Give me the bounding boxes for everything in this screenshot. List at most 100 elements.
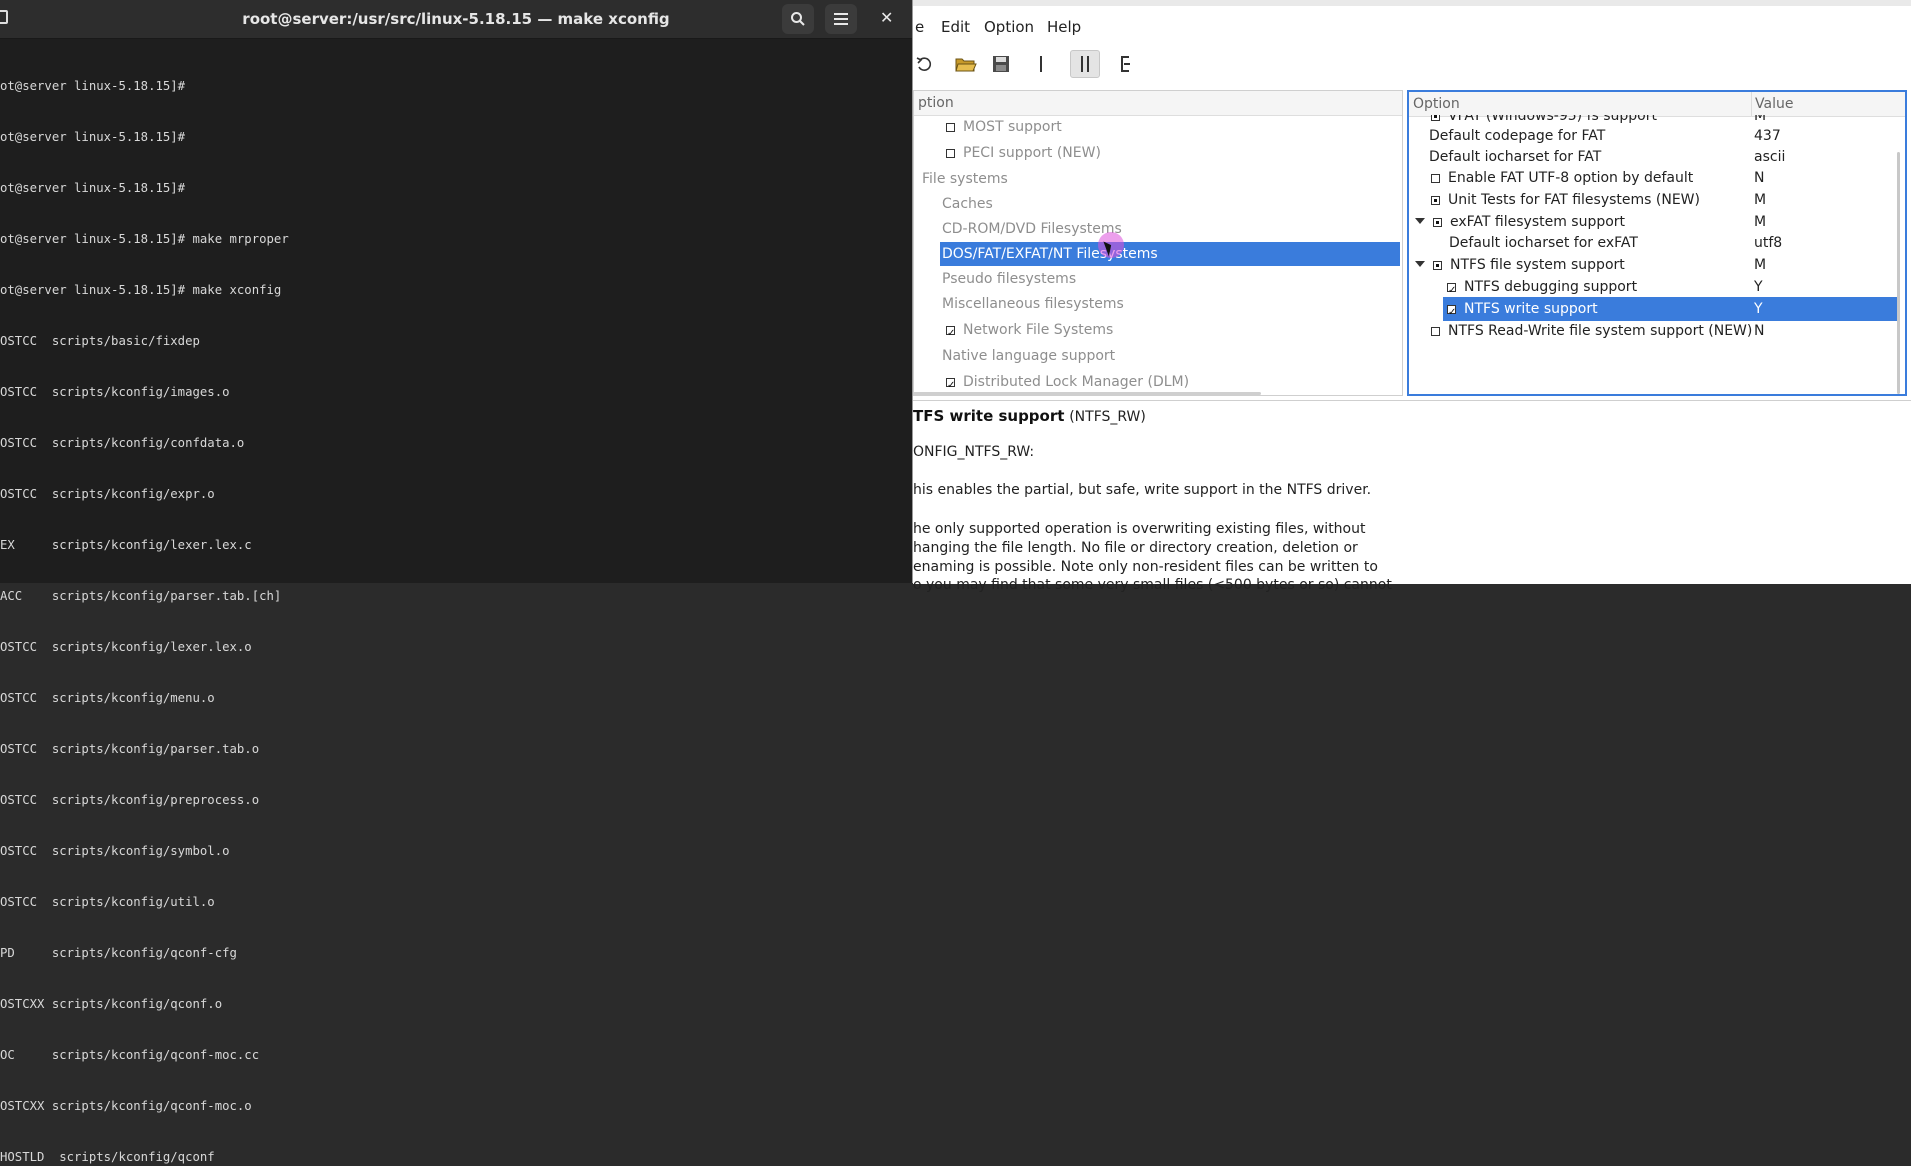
terminal-line: OSTCXX scripts/kconfig/qconf.o	[0, 997, 223, 1011]
horizontal-scrollbar[interactable]	[913, 392, 1261, 395]
menu-tree-header: ption	[914, 91, 1402, 116]
save-button[interactable]	[986, 50, 1016, 78]
split-view-icon	[1081, 56, 1089, 72]
config-row-fat-tests[interactable]: Unit Tests for FAT filesystems (NEW) M	[1409, 188, 1897, 212]
tree-item-peci-support[interactable]: PECI support (NEW)	[946, 141, 1101, 165]
terminal-line: OSTCC scripts/kconfig/lexer.lex.o	[0, 640, 252, 654]
split-view-button[interactable]	[1070, 50, 1100, 78]
config-row-fat-utf8[interactable]: Enable FAT UTF-8 option by default N	[1409, 166, 1897, 190]
terminal-line: EX scripts/kconfig/lexer.lex.c	[0, 538, 252, 552]
tree-item-misc-fs[interactable]: Miscellaneous filesystems	[942, 292, 1124, 316]
checkbox-checked[interactable]	[946, 322, 955, 346]
terminal-window: root@server:/usr/src/linux-5.18.15 — mak…	[0, 0, 912, 1164]
tree-item-pseudo-fs[interactable]: Pseudo filesystems	[942, 267, 1076, 291]
expand-arrow-icon[interactable]	[1415, 261, 1425, 267]
tree-item-dlm[interactable]: Distributed Lock Manager (DLM)	[946, 370, 1189, 395]
terminal-line: OC scripts/kconfig/qconf-moc.cc	[0, 1048, 260, 1062]
checkbox-module[interactable]	[1433, 218, 1442, 227]
config-row-ntfs-debug[interactable]: NTFS debugging support Y	[1409, 275, 1897, 303]
tree-item-most-support[interactable]: MOST support	[946, 115, 1062, 139]
help-config-name: ONFIG_NTFS_RW:	[913, 444, 1035, 460]
tree-item-native-language[interactable]: Native language support	[942, 344, 1115, 368]
checkbox[interactable]	[1431, 327, 1440, 336]
terminal-line: ot@server linux-5.18.15]#	[0, 181, 186, 195]
terminal-line: OSTCXX scripts/kconfig/qconf-moc.o	[0, 1099, 252, 1113]
vertical-scrollbar[interactable]	[1897, 152, 1900, 394]
terminal-header-bar: root@server:/usr/src/linux-5.18.15 — mak…	[0, 0, 912, 39]
menu-edit[interactable]: Edit	[941, 18, 970, 36]
terminal-line: OSTCC scripts/kconfig/expr.o	[0, 487, 215, 501]
checkbox[interactable]	[946, 149, 955, 158]
single-view-button[interactable]	[1026, 50, 1056, 78]
help-pane[interactable]: TFS write support (NTFS_RW) ONFIG_NTFS_R…	[913, 400, 1911, 593]
tree-item-cdrom-dvd[interactable]: CD-ROM/DVD Filesystems	[942, 217, 1122, 241]
checkbox-module[interactable]	[1433, 261, 1442, 270]
tree-item-network-fs[interactable]: Network File Systems	[946, 318, 1113, 346]
config-value: utf8	[1754, 235, 1783, 251]
single-view-icon	[1040, 56, 1042, 72]
load-button[interactable]	[951, 50, 981, 78]
config-value: M	[1754, 257, 1767, 273]
checkbox-checked[interactable]	[1447, 279, 1456, 303]
open-folder-icon	[955, 58, 977, 72]
help-text-line: he only supported operation is overwriti…	[913, 521, 1366, 537]
terminal-line: ot@server linux-5.18.15]#	[0, 130, 186, 144]
expand-arrow-icon[interactable]	[1415, 218, 1425, 224]
terminal-line: OSTCC scripts/kconfig/parser.tab.o	[0, 742, 260, 756]
config-row-ntfs3[interactable]: NTFS Read-Write file system support (NEW…	[1409, 319, 1897, 343]
terminal-line: ACC scripts/kconfig/parser.tab.[ch]	[0, 589, 282, 603]
terminal-output[interactable]: ot@server linux-5.18.15]# ot@server linu…	[0, 44, 289, 1166]
config-value: Y	[1754, 301, 1763, 317]
terminal-line: OSTCC scripts/kconfig/symbol.o	[0, 844, 230, 858]
help-text-line: o you may find that some very small file…	[913, 577, 1392, 593]
terminal-line: OSTCC scripts/kconfig/menu.o	[0, 691, 215, 705]
tree-item-file-systems[interactable]: File systems	[922, 167, 1008, 191]
toolbar	[913, 44, 1911, 84]
column-header-option: Option	[1413, 96, 1460, 112]
menu-bar: e Edit Option Help	[913, 14, 1911, 40]
terminal-line: OSTCC scripts/kconfig/confdata.o	[0, 436, 245, 450]
terminal-line: OSTCC scripts/kconfig/images.o	[0, 385, 230, 399]
qconf-window: e Edit Option Help ption MOST support PE…	[912, 0, 1911, 593]
checkbox[interactable]	[946, 123, 955, 132]
hamburger-menu-icon	[834, 13, 848, 25]
terminal-line: OSTCC scripts/basic/fixdep	[0, 334, 200, 348]
checkbox[interactable]	[1431, 174, 1440, 183]
menu-option[interactable]: Option	[984, 18, 1034, 36]
help-title: TFS write support (NTFS_RW)	[913, 407, 1146, 425]
checkbox-checked[interactable]	[946, 374, 955, 395]
tree-item-caches[interactable]: Caches	[942, 192, 993, 216]
config-row-ntfs-write[interactable]: NTFS write support Y	[1443, 297, 1897, 325]
menu-button[interactable]	[825, 4, 857, 34]
search-button[interactable]	[782, 4, 814, 34]
column-header-value: Value	[1755, 96, 1794, 112]
terminal-line: ot@server linux-5.18.15]#	[0, 79, 186, 93]
checkbox-checked[interactable]	[1447, 301, 1456, 325]
terminal-line: HOSTLD scripts/kconfig/qconf	[0, 1150, 215, 1164]
help-text-line: his enables the partial, but safe, write…	[913, 482, 1372, 498]
save-icon	[993, 56, 1009, 72]
checkbox-module[interactable]	[1431, 196, 1440, 205]
back-button[interactable]	[909, 50, 939, 78]
config-value: M	[1754, 192, 1767, 208]
back-icon	[916, 57, 932, 71]
full-view-button[interactable]	[1111, 50, 1141, 78]
search-icon	[791, 12, 805, 26]
menu-help[interactable]: Help	[1047, 18, 1081, 36]
config-row-ntfs[interactable]: NTFS file system support M	[1409, 253, 1897, 277]
column-header-option: ption	[918, 95, 954, 111]
help-symbol: (NTFS_RW)	[1069, 409, 1146, 425]
terminal-line: ot@server linux-5.18.15]# make xconfig	[0, 283, 282, 297]
menu-file[interactable]: e	[915, 18, 924, 36]
config-row-exfat-iocharset[interactable]: Default iocharset for exFAT utf8	[1409, 231, 1897, 255]
terminal-title: root@server:/usr/src/linux-5.18.15 — mak…	[242, 10, 670, 28]
close-button[interactable]: ✕	[880, 8, 893, 27]
terminal-line: OSTCC scripts/kconfig/preprocess.o	[0, 793, 260, 807]
terminal-line: OSTCC scripts/kconfig/util.o	[0, 895, 215, 909]
column-separator[interactable]	[1751, 92, 1752, 116]
menu-tree-pane[interactable]: ption MOST support PECI support (NEW) Fi…	[913, 90, 1403, 396]
config-list-header: Option Value	[1409, 92, 1905, 117]
tree-item-dos-fat-exfat-nt[interactable]: DOS/FAT/EXFAT/NT Filesystems	[940, 242, 1400, 266]
config-list-pane[interactable]: Option Value VFAT (Windows-95) fs suppor…	[1407, 90, 1907, 396]
help-text-line: hanging the file length. No file or dire…	[913, 540, 1358, 556]
